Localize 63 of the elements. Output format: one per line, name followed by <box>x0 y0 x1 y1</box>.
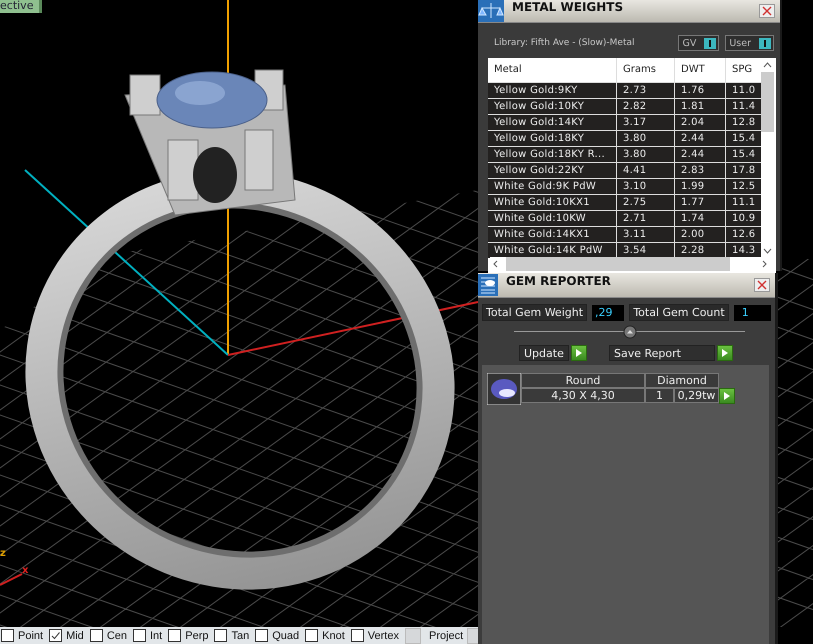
panel-title: METAL WEIGHTS <box>512 0 624 14</box>
checkbox-label[interactable]: Tan <box>231 630 250 642</box>
table-cell-text: 12.6 <box>731 228 756 242</box>
checkbox[interactable] <box>255 629 268 642</box>
checkbox[interactable] <box>350 629 364 642</box>
panel-title: GEM REPORTER <box>506 274 612 288</box>
toggle-button[interactable]: User <box>725 35 774 51</box>
gem-count: 1 <box>645 388 674 403</box>
checkbox-label[interactable]: Quad <box>272 630 300 642</box>
play-icon <box>576 349 582 357</box>
vertical-scrollbar[interactable] <box>761 60 774 256</box>
checkbox[interactable] <box>214 629 228 642</box>
play-button[interactable] <box>719 388 735 404</box>
axis-label: x <box>22 565 28 576</box>
axis-label: z <box>0 548 6 559</box>
table-cell-text: 11.1 <box>731 196 756 210</box>
play-button[interactable] <box>571 345 587 361</box>
table-cell-text: 17.8 <box>731 164 756 178</box>
gem-weight: 0,29tw <box>674 388 719 403</box>
field-label: Total Gem Weight <box>482 304 588 321</box>
checkbox-label[interactable]: Int <box>150 630 162 642</box>
gem-type: Diamond <box>645 373 719 388</box>
library-label: Library: Fifth Ave - (Slow)-Metal <box>494 38 634 48</box>
table-cell-text: 11.0 <box>731 84 756 98</box>
table-cell-text: 15.4 <box>731 148 756 162</box>
axis-indicator <box>0 573 22 586</box>
play-button[interactable] <box>717 345 733 361</box>
close-button[interactable] <box>754 278 770 292</box>
checkbox[interactable] <box>133 629 146 642</box>
field-label: Total Gem Count <box>629 304 729 321</box>
checkbox-label[interactable]: Perp <box>185 630 208 642</box>
table-cell-text: 10.9 <box>731 212 756 226</box>
gem-shape: Round <box>521 373 645 388</box>
column-header[interactable]: SPG <box>726 58 761 82</box>
table-cell-text: 15.4 <box>731 132 756 146</box>
checkbox[interactable] <box>305 629 318 642</box>
scale-icon <box>478 0 504 22</box>
checkbox[interactable] <box>1 629 14 642</box>
checkbox[interactable] <box>49 629 62 642</box>
weight-field: ,29 <box>592 304 624 320</box>
viewport-tab[interactable]: ective <box>0 0 42 13</box>
checkbox[interactable] <box>90 629 103 642</box>
checkbox-label[interactable]: Knot <box>322 630 345 642</box>
project-button[interactable]: Project <box>420 630 468 642</box>
action-button[interactable]: Save Report <box>609 345 715 361</box>
checkbox-label[interactable]: Point <box>18 630 44 642</box>
action-button[interactable]: Update <box>519 345 569 361</box>
checkbox[interactable] <box>168 629 182 642</box>
table-cell-text: 14.3 <box>731 244 756 258</box>
gem-size: 4,30 X 4,30 <box>521 388 645 403</box>
close-button[interactable] <box>759 4 775 18</box>
table-cell-text: 12.5 <box>731 180 756 194</box>
collapse-handle-icon[interactable] <box>622 325 636 339</box>
checkbox-label[interactable]: Vertex <box>368 630 399 642</box>
toggle-button[interactable]: GV <box>678 35 720 51</box>
gem-icon <box>487 373 521 405</box>
checkbox-label[interactable]: Cen <box>106 630 127 642</box>
checkbox-label[interactable]: Mid <box>66 630 84 642</box>
play-icon <box>724 392 730 400</box>
count-field: 1 <box>734 304 771 320</box>
play-icon <box>722 349 728 357</box>
table-cell-text: 11.4 <box>731 100 756 114</box>
table-cell-text: 12.8 <box>731 116 756 130</box>
